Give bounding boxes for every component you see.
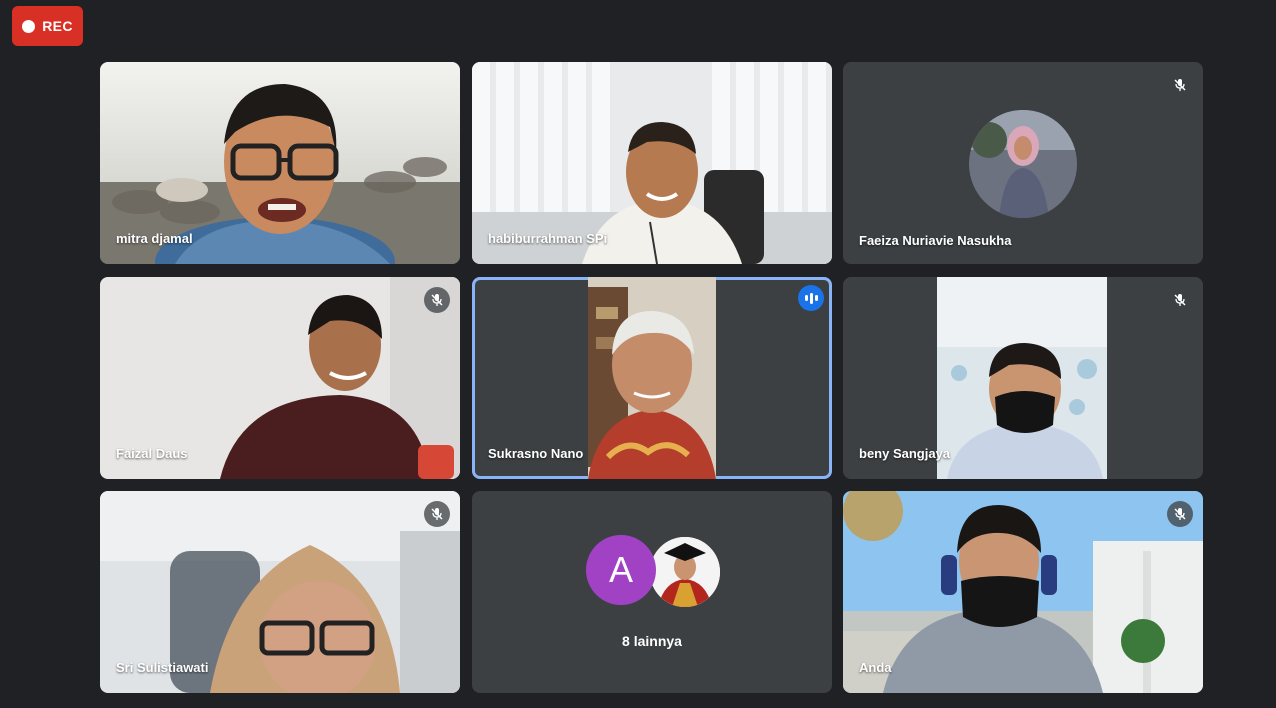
participant-name: Sukrasno Nano (488, 446, 584, 461)
participant-tile-sukrasno-nano[interactable]: Sukrasno Nano (472, 277, 832, 479)
participant-tile-anda[interactable]: Anda (843, 491, 1203, 693)
participant-video (588, 277, 716, 479)
participant-name: habiburrahman SPi (488, 231, 608, 246)
recording-label: REC (42, 18, 73, 34)
participant-tile-faeiza[interactable]: Faeiza Nuriavie Nasukha (843, 62, 1203, 264)
audio-level-icon (798, 285, 824, 311)
participant-video (937, 277, 1107, 479)
others-avatars: A (472, 535, 832, 609)
participant-name: mitra djamal (116, 231, 193, 246)
participant-tile-beny-sangjaya[interactable]: beny Sangjaya (843, 277, 1203, 479)
record-dot-icon (22, 19, 36, 33)
mic-off-icon (424, 287, 450, 313)
participant-name: Anda (859, 660, 892, 675)
participant-name: Sri Sulistiawati (116, 660, 209, 675)
participant-avatar (969, 110, 1077, 218)
recording-indicator[interactable]: REC (12, 6, 83, 46)
participant-name: Faeiza Nuriavie Nasukha (859, 233, 1012, 248)
participant-tile-sri-sulistiawati[interactable]: Sri Sulistiawati (100, 491, 460, 693)
participant-name: beny Sangjaya (859, 446, 951, 461)
mic-off-icon (1167, 501, 1193, 527)
others-avatar-photo (648, 535, 722, 609)
participant-name: Faizal Daus (116, 446, 188, 461)
mic-off-icon (424, 501, 450, 527)
participant-tile-mitra-djamal[interactable]: mitra djamal (100, 62, 460, 264)
others-count-label: 8 lainnya (622, 633, 682, 649)
mic-off-icon (1167, 72, 1193, 98)
mic-off-icon (1167, 287, 1193, 313)
others-tile[interactable]: A 8 lainnya (472, 491, 832, 693)
participant-tile-habiburrahman[interactable]: habiburrahman SPi (472, 62, 832, 264)
others-avatar-letter: A (586, 535, 656, 605)
participant-tile-faizal-daus[interactable]: Faizal Daus (100, 277, 460, 479)
participant-video (843, 491, 1203, 693)
